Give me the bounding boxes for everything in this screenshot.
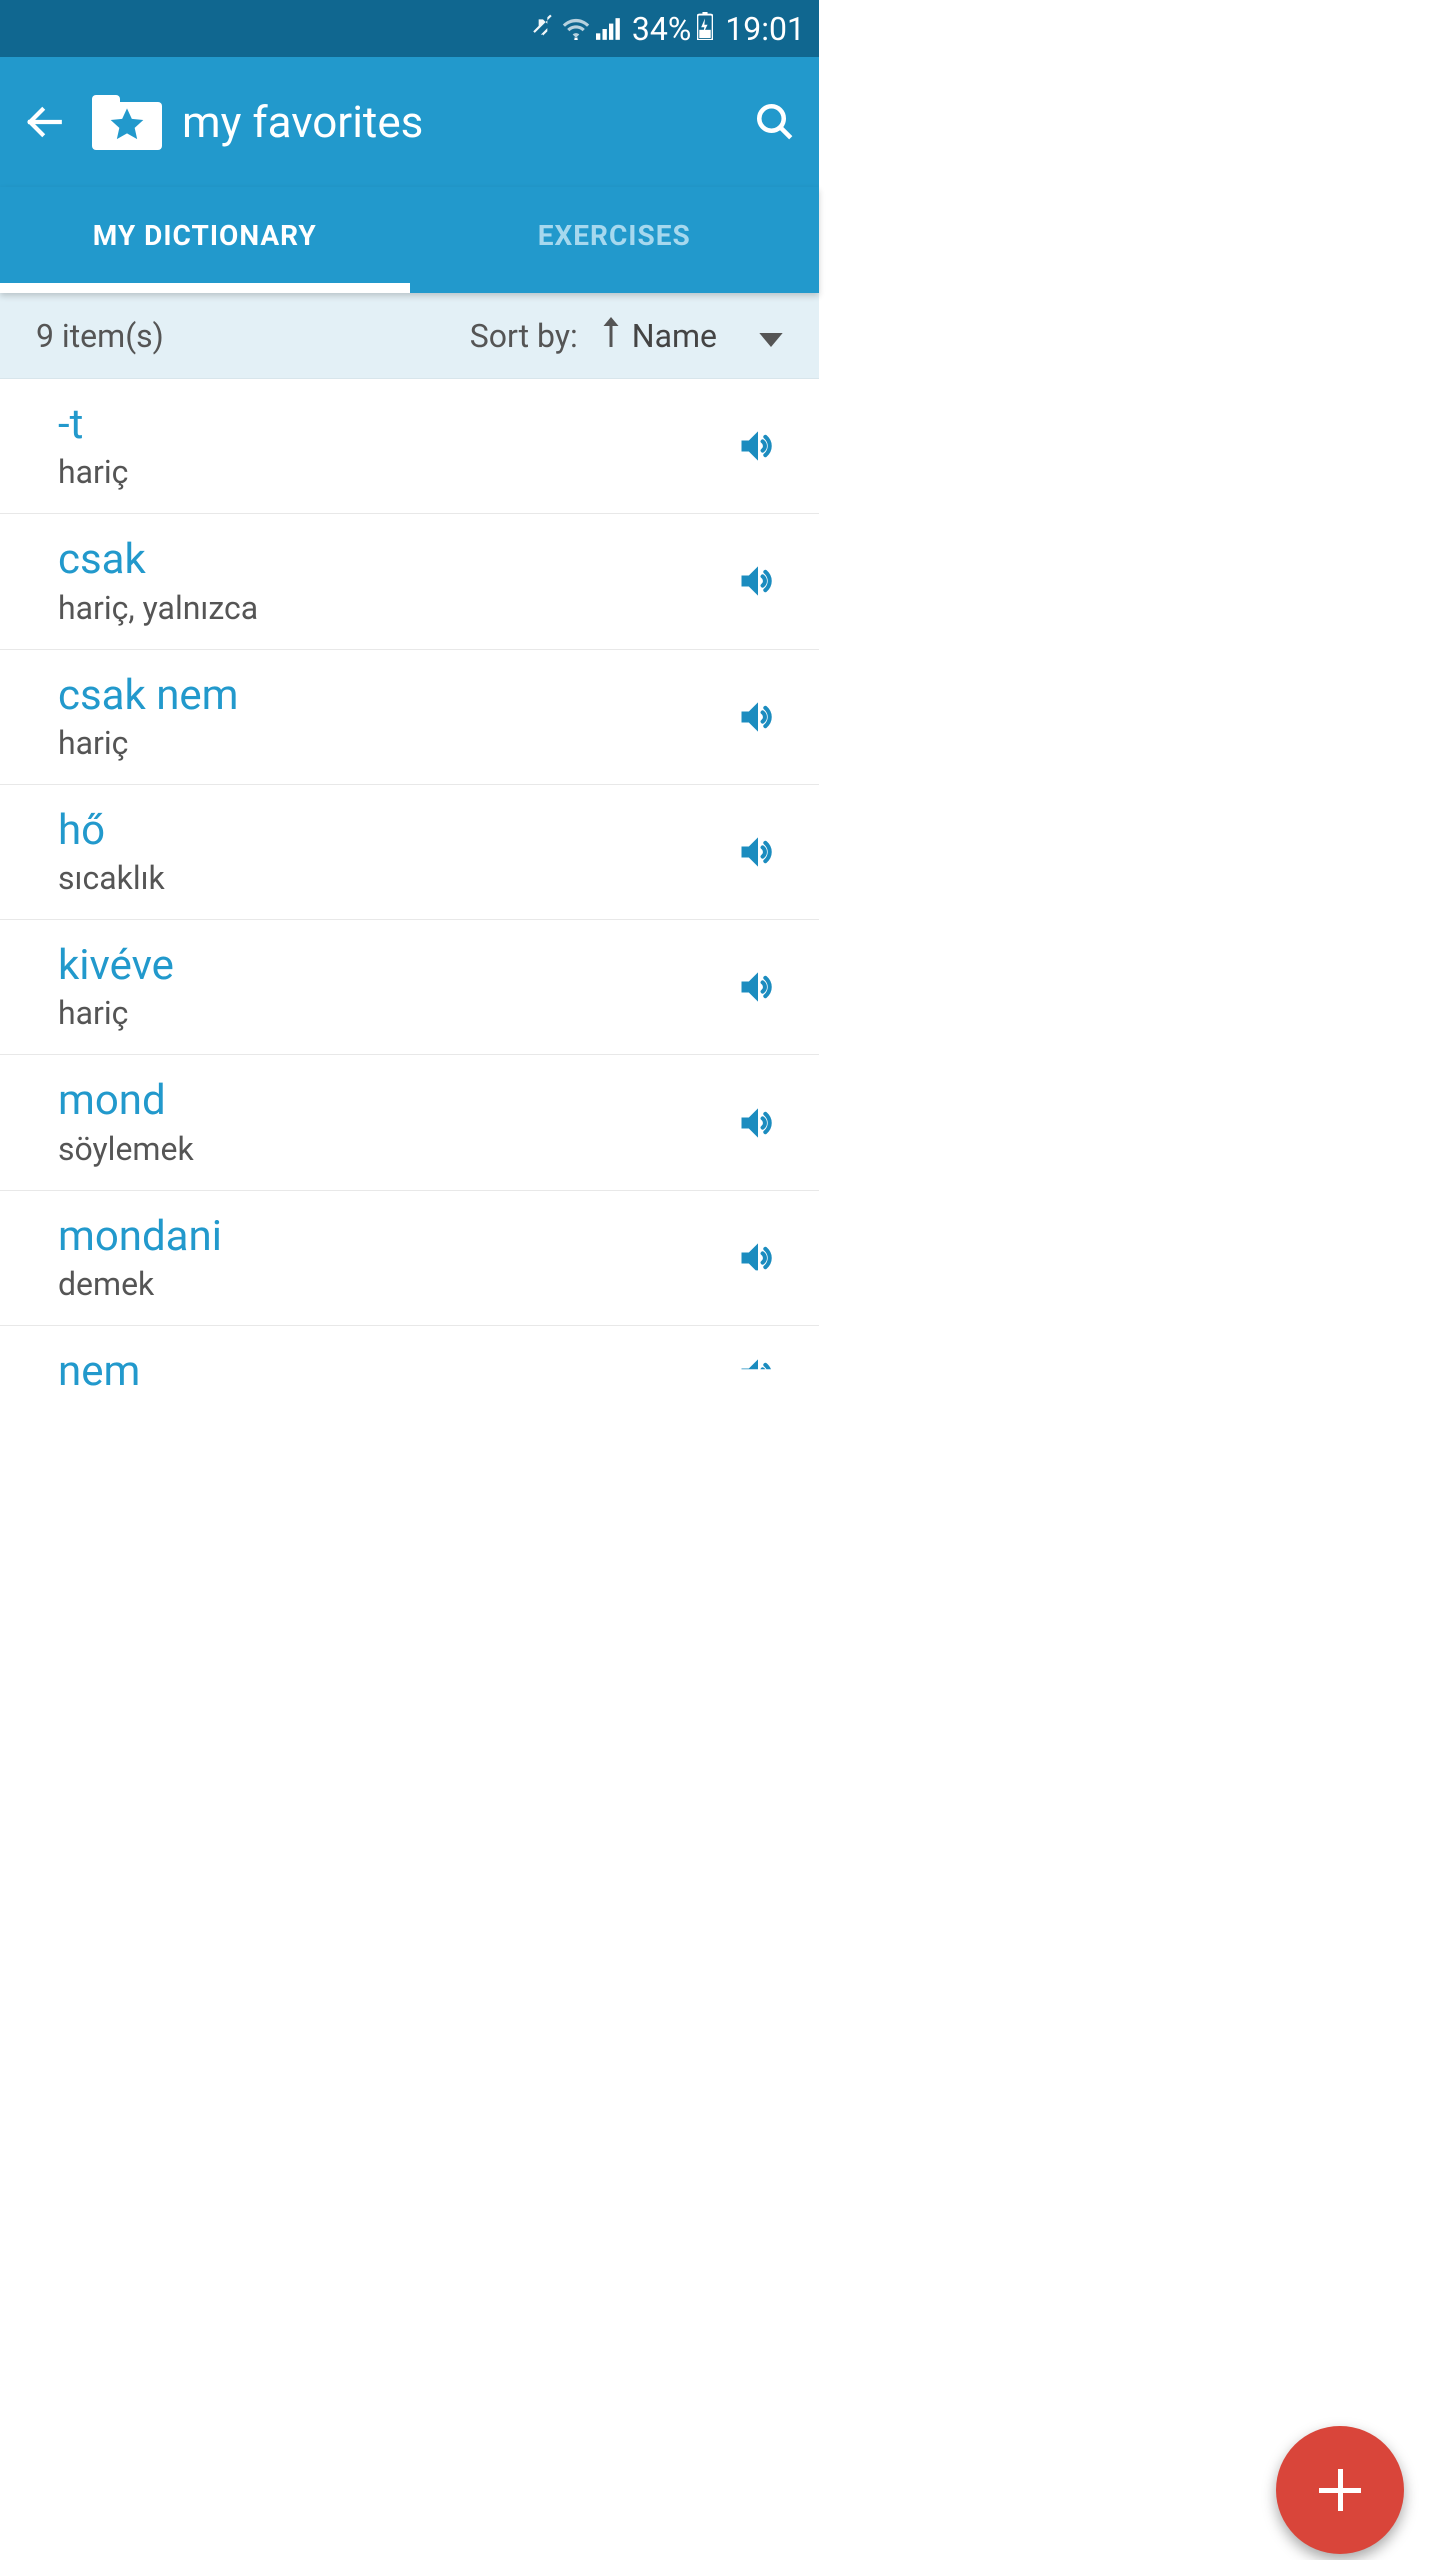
word: mond bbox=[58, 1077, 733, 1125]
translation: demek bbox=[58, 1265, 733, 1303]
battery-icon bbox=[697, 10, 713, 48]
sort-bar: 9 item(s) Sort by: Name bbox=[0, 293, 819, 379]
play-audio-button[interactable] bbox=[733, 827, 783, 877]
word: mondani bbox=[58, 1213, 733, 1261]
play-audio-button[interactable] bbox=[733, 1233, 783, 1283]
list-item[interactable]: hő sıcaklık bbox=[0, 785, 819, 920]
tab-exercises[interactable]: EXERCISES bbox=[410, 187, 820, 293]
translation: hariç, yalnızca bbox=[58, 589, 733, 627]
tabs: MY DICTIONARY EXERCISES bbox=[0, 187, 819, 293]
word: csak bbox=[58, 536, 733, 584]
word: hő bbox=[58, 807, 733, 855]
clock: 19:01 bbox=[725, 10, 805, 48]
play-audio-button[interactable] bbox=[733, 692, 783, 742]
app-bar: my favorites bbox=[0, 57, 819, 187]
favorites-folder-icon bbox=[92, 95, 162, 150]
add-button[interactable] bbox=[1276, 2426, 1404, 2554]
signal-icon bbox=[596, 10, 622, 48]
chevron-down-icon bbox=[759, 317, 783, 355]
list-item[interactable]: mond söylemek bbox=[0, 1055, 819, 1190]
search-button[interactable] bbox=[751, 98, 799, 146]
item-count: 9 item(s) bbox=[36, 317, 470, 355]
word: kivéve bbox=[58, 942, 733, 990]
word-list: -t hariç csak hariç, yalnızca csak nem h… bbox=[0, 379, 819, 1400]
sort-by-label: Sort by: bbox=[470, 317, 578, 355]
status-bar: 34% 19:01 bbox=[0, 0, 819, 57]
list-item[interactable]: nem bbox=[0, 1326, 819, 1400]
back-button[interactable] bbox=[20, 98, 68, 146]
list-item[interactable]: kivéve hariç bbox=[0, 920, 819, 1055]
word: -t bbox=[58, 401, 733, 449]
play-audio-button[interactable] bbox=[733, 421, 783, 471]
translation: sıcaklık bbox=[58, 859, 733, 897]
translation: hariç bbox=[58, 994, 733, 1032]
list-item[interactable]: -t hariç bbox=[0, 379, 819, 514]
translation: hariç bbox=[58, 453, 733, 491]
mute-icon bbox=[530, 10, 556, 48]
battery-percent: 34% bbox=[632, 10, 691, 48]
word: csak nem bbox=[58, 672, 733, 720]
translation: söylemek bbox=[58, 1130, 733, 1168]
word: nem bbox=[58, 1348, 733, 1396]
sort-dropdown[interactable]: Name bbox=[602, 317, 783, 355]
sort-field: Name bbox=[632, 317, 717, 355]
page-title: my favorites bbox=[182, 96, 751, 148]
translation: hariç bbox=[58, 724, 733, 762]
play-audio-button[interactable] bbox=[733, 962, 783, 1012]
status-icons: 34% 19:01 bbox=[530, 10, 805, 48]
list-item[interactable]: csak hariç, yalnızca bbox=[0, 514, 819, 649]
play-audio-button[interactable] bbox=[733, 1098, 783, 1148]
tab-my-dictionary[interactable]: MY DICTIONARY bbox=[0, 187, 410, 293]
play-audio-button[interactable] bbox=[733, 556, 783, 606]
play-audio-button[interactable] bbox=[733, 1349, 783, 1399]
sort-direction-icon bbox=[602, 317, 620, 355]
list-item[interactable]: csak nem hariç bbox=[0, 650, 819, 785]
list-item[interactable]: mondani demek bbox=[0, 1191, 819, 1326]
wifi-icon bbox=[562, 10, 590, 48]
